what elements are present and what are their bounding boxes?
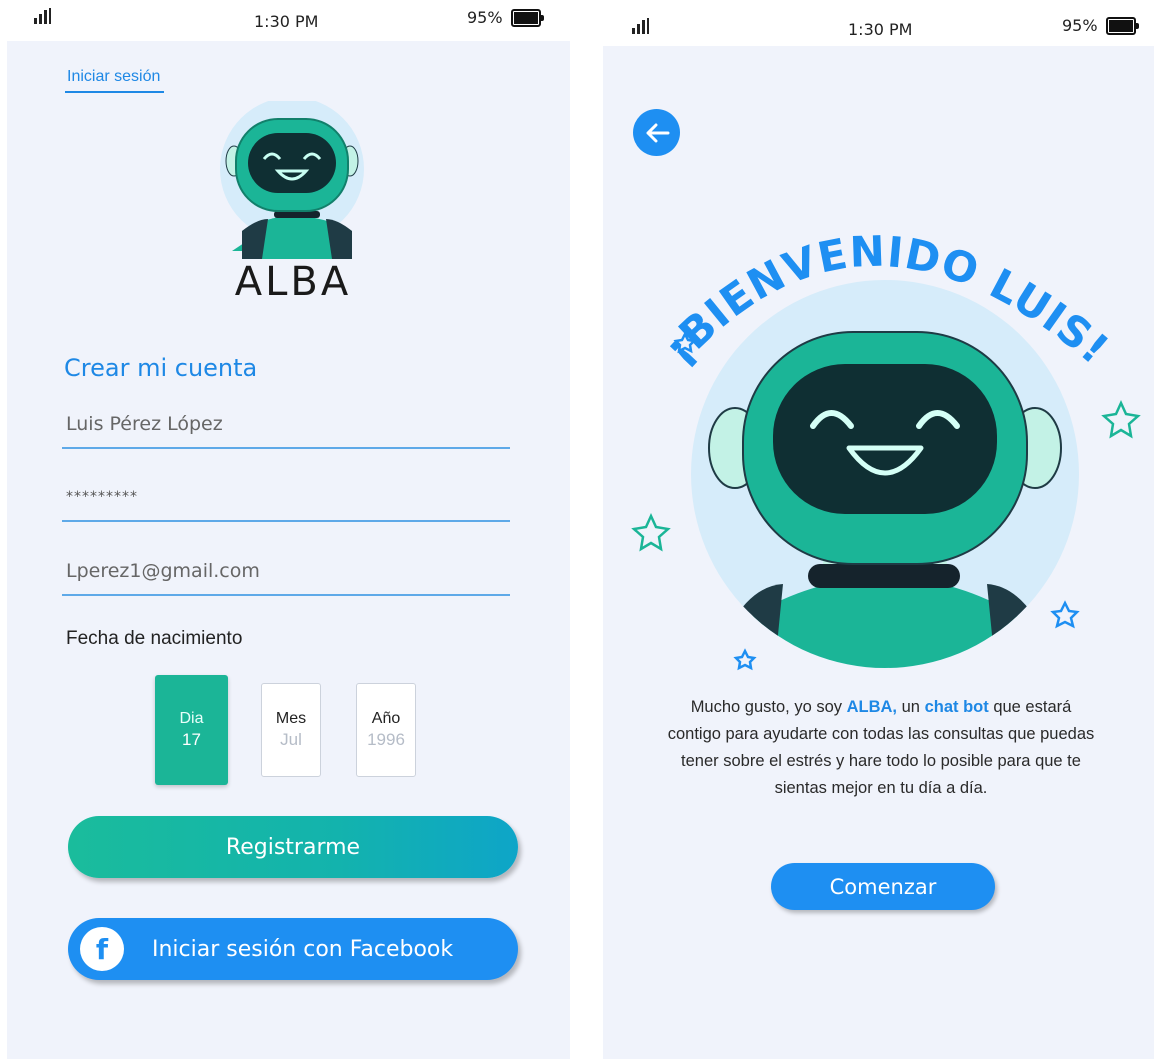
battery-indicator: 95% — [1062, 16, 1139, 35]
month-label: Mes — [275, 710, 307, 727]
start-button[interactable]: Comenzar — [771, 863, 995, 910]
year-picker[interactable]: Año 1996 — [356, 683, 416, 777]
brand-name: ALBA — [234, 259, 352, 305]
battery-percent: 95% — [467, 8, 503, 27]
status-bar-right: 1:30 PM 95% — [584, 0, 1154, 40]
year-value: 1996 — [367, 730, 405, 749]
signal-icon — [632, 18, 650, 38]
message-bold-alba: ALBA, — [846, 698, 898, 716]
year-label: Año — [371, 710, 401, 727]
register-screen: Iniciar sesión ALBA Crear mi cuenta Luis… — [7, 41, 570, 1059]
message-text: un — [897, 698, 925, 716]
message-bold-chatbot: chat bot — [924, 698, 989, 716]
robot-logo — [202, 97, 382, 266]
signal-icon — [34, 8, 52, 28]
section-title: Crear mi cuenta — [64, 354, 258, 382]
battery-icon — [510, 8, 544, 27]
status-bar-left: 1:30 PM 95% — [0, 0, 570, 40]
day-value: 17 — [182, 730, 201, 749]
day-picker[interactable]: Dia 17 — [155, 675, 228, 785]
facebook-icon: f — [80, 927, 124, 971]
login-link[interactable]: Iniciar sesión — [65, 68, 165, 93]
name-field[interactable]: Luis Pérez López — [62, 401, 510, 449]
battery-indicator: 95% — [467, 8, 544, 27]
battery-icon — [1105, 16, 1139, 35]
day-label: Dia — [179, 710, 204, 727]
back-button[interactable] — [633, 109, 680, 156]
facebook-button-label: Iniciar sesión con Facebook — [152, 936, 454, 962]
star-icon — [1050, 600, 1080, 629]
star-icon — [631, 512, 671, 552]
status-time: 1:30 PM — [848, 20, 913, 39]
facebook-login-button[interactable]: f Iniciar sesión con Facebook — [68, 918, 518, 980]
password-value: ********* — [66, 489, 138, 505]
status-time: 1:30 PM — [254, 12, 319, 31]
month-picker[interactable]: Mes Jul — [261, 683, 321, 777]
back-arrow-icon — [646, 123, 669, 142]
month-value: Jul — [280, 730, 302, 749]
register-button[interactable]: Registrarme — [68, 816, 518, 878]
battery-percent: 95% — [1062, 16, 1098, 35]
welcome-message: Mucho gusto, yo soy ALBA, un chat bot qu… — [663, 694, 1099, 802]
star-icon — [1101, 399, 1141, 439]
welcome-illustration: ¡BIENVENIDO LUIS! — [631, 227, 1141, 671]
message-text: Mucho gusto, yo soy — [690, 698, 847, 716]
welcome-screen: ¡BIENVENIDO LUIS! Mucho gusto, yo soy AL… — [603, 46, 1154, 1059]
password-field[interactable]: ********* — [62, 474, 510, 522]
name-value: Luis Pérez López — [66, 413, 223, 435]
star-icon — [733, 648, 757, 671]
email-field[interactable]: Lperez1@gmail.com — [62, 548, 510, 596]
email-value: Lperez1@gmail.com — [66, 560, 260, 582]
dob-label: Fecha de nacimiento — [66, 628, 243, 649]
